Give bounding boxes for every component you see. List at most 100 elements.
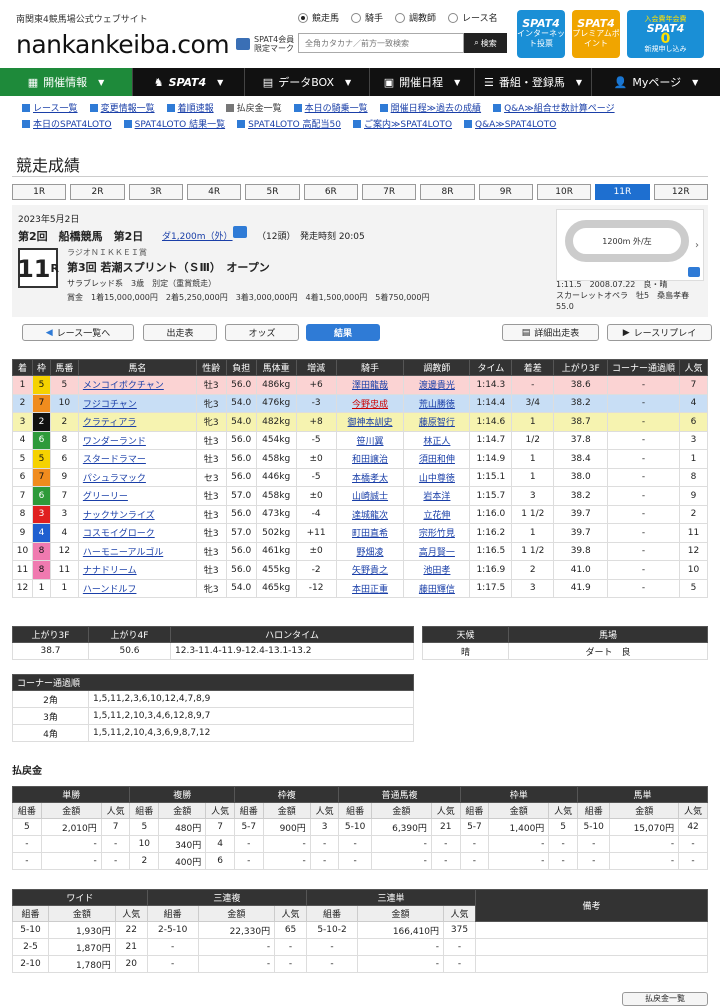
results-cell[interactable]: ハーモニーアルゴル [77, 541, 197, 561]
results-cell: 9 [12, 523, 33, 543]
tab-race-12[interactable]: 12R [653, 184, 708, 200]
sub-link[interactable]: ご案内≫SPAT4LOTO [353, 120, 452, 130]
sub-link[interactable]: Q&A≫SPAT4LOTO [464, 120, 556, 130]
results-cell: 1 [49, 578, 79, 598]
results-cell[interactable]: 和田譲治 [335, 449, 405, 469]
results-cell[interactable]: 高月賢一 [403, 541, 471, 561]
results-cell: 9 [49, 467, 79, 487]
sub-link[interactable]: Q&A≫組合せ数計算ページ [493, 104, 615, 114]
promo-premium-point[interactable]: SPAT4 プレミアムポイント [572, 10, 620, 58]
results-cell[interactable]: クラティアラ [77, 412, 197, 432]
entries-button[interactable]: 出走表 [143, 324, 217, 341]
back-to-list-button[interactable]: ◀ レース一覧へ [22, 324, 134, 341]
race-replay-button[interactable]: ▶ レースリプレイ [607, 324, 712, 341]
tab-race-9[interactable]: 9R [478, 184, 533, 200]
search-button[interactable]: ⌕ 検索 [464, 33, 507, 53]
results-cell[interactable]: 渡邊貴光 [403, 375, 471, 395]
expand-icon[interactable] [688, 267, 700, 277]
results-cell[interactable]: 澤田龍哉 [335, 375, 405, 395]
tab-race-5[interactable]: 5R [245, 184, 300, 200]
results-cell: -5 [295, 467, 337, 487]
results-cell[interactable]: 本田正重 [335, 578, 405, 598]
radio-horse[interactable]: 競走馬 [298, 11, 339, 24]
sub-link[interactable]: 本日の騎乗一覧 [294, 104, 368, 114]
sub-link[interactable]: レース一覧 [22, 104, 78, 114]
radio-race-name[interactable]: レース名 [448, 11, 498, 24]
results-cell: 41.0 [553, 560, 609, 580]
results-cell[interactable]: 達城龍次 [335, 504, 405, 524]
results-cell[interactable]: 池田孝 [403, 560, 471, 580]
sub-link[interactable]: 着順速報 [167, 104, 214, 114]
tab-race-2[interactable]: 2R [70, 184, 125, 200]
payout-cell: 5-10 [577, 818, 611, 836]
results-cell[interactable]: 岩本洋 [403, 486, 471, 506]
tab-race-1[interactable]: 1R [12, 184, 67, 200]
sub-link[interactable]: SPAT4LOTO 結果一覧 [124, 120, 225, 130]
results-cell[interactable]: 町田直希 [335, 523, 405, 543]
tab-race-11[interactable]: 11R [595, 184, 650, 200]
payout-list-button[interactable]: 払戻金一覧 [622, 992, 708, 1006]
results-cell[interactable]: 立花伸 [403, 504, 471, 524]
results-cell[interactable]: 本橋孝太 [335, 467, 405, 487]
odds-button[interactable]: オッズ [225, 324, 299, 341]
results-cell[interactable]: パシュラマック [77, 467, 197, 487]
promo-signup[interactable]: 入会費年会費 SPAT4 0 新規申し込み [627, 10, 704, 58]
results-cell[interactable]: 野畑凌 [335, 541, 405, 561]
results-cell[interactable]: グリーリー [77, 486, 197, 506]
results-cell[interactable]: 荒山勝徳 [403, 393, 471, 413]
tab-race-7[interactable]: 7R [361, 184, 417, 200]
nav-kaisai[interactable]: ▦ 開催情報 ▼ [0, 68, 133, 96]
results-cell[interactable]: フジコチャン [77, 393, 197, 413]
race-name: 第3回 若潮スプリント（ＳⅢ） オープン [67, 261, 270, 274]
results-cell[interactable]: ナナドリーム [77, 560, 197, 580]
nav-programs[interactable]: ☰ 番組・登録馬 ▼ [475, 68, 592, 96]
course-diagram[interactable]: 1200m 外/左 › [556, 209, 704, 281]
results-cell[interactable]: ハーンドルフ [77, 578, 197, 598]
nav-mypage[interactable]: 👤 Myページ ▼ [592, 68, 720, 96]
results-cell: 1:14.4 [469, 393, 513, 413]
results-cell[interactable]: メンコイボクチャン [77, 375, 197, 395]
payout-cell: 480円 [158, 818, 207, 836]
sub-link[interactable]: 開催日程≫過去の成績 [380, 104, 481, 114]
result-button[interactable]: 結果 [306, 324, 380, 341]
tab-race-4[interactable]: 4R [186, 184, 242, 200]
tab-race-10[interactable]: 10R [536, 184, 592, 200]
results-cell[interactable]: 今野忠成 [335, 393, 405, 413]
results-cell[interactable]: ナックサンライズ [77, 504, 197, 524]
results-cell[interactable]: スタードラマー [77, 449, 197, 469]
nav-databox[interactable]: ▤ データBOX ▼ [245, 68, 370, 96]
tab-race-6[interactable]: 6R [303, 184, 358, 200]
site-logo[interactable]: nankankeiba.com [16, 30, 230, 59]
results-cell[interactable]: 笹川翼 [335, 430, 405, 450]
search-input[interactable] [298, 33, 464, 53]
payout-sub-header: 金額 [357, 905, 445, 922]
course-map-icon[interactable] [233, 226, 247, 238]
results-cell[interactable]: ワンダーランド [77, 430, 197, 450]
payout-sub-header: 人気 [274, 905, 307, 922]
results-cell[interactable]: コスモイグローク [77, 523, 197, 543]
results-cell[interactable]: 藤田輝信 [403, 578, 471, 598]
sub-link[interactable]: SPAT4LOTO 高配当50 [237, 120, 341, 130]
sub-link[interactable]: 本日のSPAT4LOTO [22, 120, 112, 130]
results-cell[interactable]: 矢野貴之 [335, 560, 405, 580]
nav-spat4[interactable]: ♞ SPAT4 ▼ [133, 68, 245, 96]
sub-link[interactable]: 変更情報一覧 [90, 104, 155, 114]
tab-race-3[interactable]: 3R [128, 184, 183, 200]
results-cell[interactable]: 林正人 [403, 430, 471, 450]
results-cell[interactable]: 須田和伸 [403, 449, 471, 469]
radio-trainer[interactable]: 調教師 [395, 11, 436, 24]
results-cell: 37.8 [553, 430, 609, 450]
results-cell[interactable]: 御神本訓史 [335, 412, 405, 432]
tab-race-8[interactable]: 8R [420, 184, 475, 200]
results-cell[interactable]: 山崎誠士 [335, 486, 405, 506]
nav-schedule[interactable]: ▣ 開催日程 ▼ [370, 68, 475, 96]
radio-jockey[interactable]: 騎手 [351, 11, 383, 24]
results-cell[interactable]: 宗形竹見 [403, 523, 471, 543]
promo-internet-vote[interactable]: SPAT4 インターネット投票 [517, 10, 565, 58]
payout-sub-header: 人気 [548, 802, 579, 819]
detail-entries-button[interactable]: ▤ 詳細出走表 [502, 324, 599, 341]
results-cell[interactable]: 藤原智行 [403, 412, 471, 432]
sub-link[interactable]: 払戻金一覧 [226, 104, 282, 114]
race-distance-link[interactable]: ダ1,200m（外） [162, 229, 233, 242]
results-cell[interactable]: 山中尊徳 [403, 467, 471, 487]
